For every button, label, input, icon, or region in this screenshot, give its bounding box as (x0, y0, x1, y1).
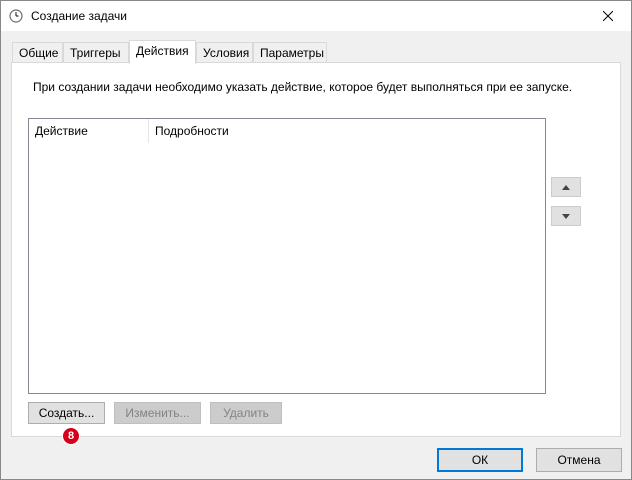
tab-general[interactable]: Общие (12, 42, 63, 63)
triangle-down-icon (562, 213, 570, 219)
list-header: Действие Подробности (29, 119, 545, 143)
close-button[interactable] (585, 1, 631, 31)
clock-icon (9, 9, 23, 23)
column-header-action[interactable]: Действие (29, 119, 149, 143)
tab-conditions[interactable]: Условия (196, 42, 253, 63)
move-up-button[interactable] (551, 177, 581, 197)
delete-action-button[interactable]: Удалить (210, 402, 282, 424)
create-task-dialog: Создание задачи Общие Триггеры Действия … (0, 0, 632, 480)
tab-actions[interactable]: Действия (129, 40, 196, 64)
cancel-button[interactable]: Отмена (536, 448, 622, 472)
move-down-button[interactable] (551, 206, 581, 226)
actions-description: При создании задачи необходимо указать д… (33, 80, 573, 94)
triangle-up-icon (562, 184, 570, 190)
window-title: Создание задачи (31, 9, 127, 23)
close-icon (603, 11, 613, 21)
column-header-details[interactable]: Подробности (149, 119, 545, 143)
create-action-button[interactable]: Создать... (28, 402, 105, 424)
actions-panel: При создании задачи необходимо указать д… (11, 62, 621, 437)
tab-settings[interactable]: Параметры (253, 42, 327, 63)
tab-triggers[interactable]: Триггеры (63, 42, 129, 63)
step-badge: 8 (63, 428, 79, 444)
edit-action-button[interactable]: Изменить... (114, 402, 201, 424)
title-bar: Создание задачи (1, 1, 631, 31)
actions-list[interactable]: Действие Подробности (28, 118, 546, 394)
ok-button[interactable]: ОК (437, 448, 523, 472)
